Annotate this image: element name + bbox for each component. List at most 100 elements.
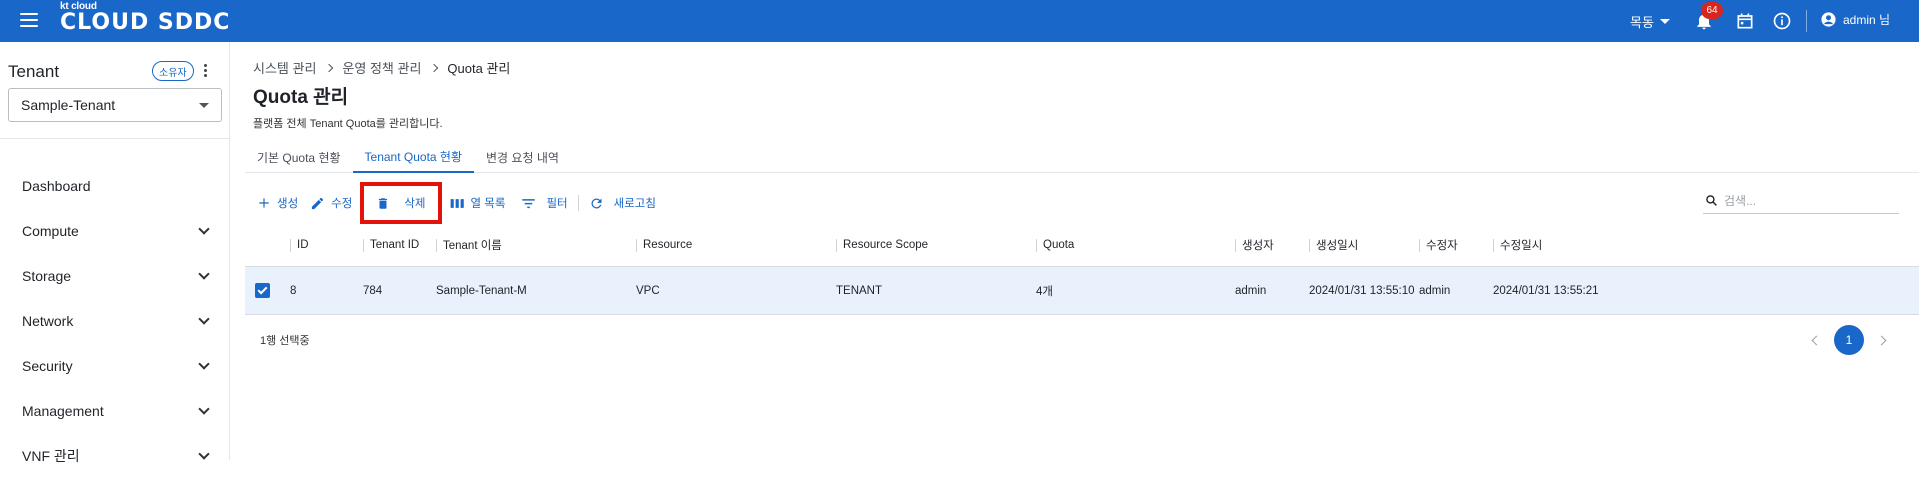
top-app-bar: kt cloud CLOUD SDDC 목동 64 admin 님	[0, 0, 1919, 42]
sidebar-item-storage[interactable]: Storage	[0, 253, 230, 298]
chevron-down-icon	[198, 267, 210, 280]
tenant-title: Tenant	[8, 62, 60, 81]
sidebar-item-label: VNF 관리	[22, 447, 80, 464]
quota-table: ID Tenant ID Tenant 이름 Resource Resource…	[245, 224, 1919, 315]
create-label: 생성	[277, 198, 299, 210]
column-header-tenant-id[interactable]: Tenant ID	[362, 224, 419, 266]
column-header-resource[interactable]: Resource	[635, 224, 692, 266]
filter-label: 필터	[546, 198, 568, 210]
cell-resource: VPC	[636, 284, 660, 297]
chevron-down-icon	[198, 357, 210, 370]
caret-down-icon	[199, 102, 209, 108]
search-icon	[1706, 195, 1717, 206]
calendar-icon[interactable]	[1735, 11, 1755, 31]
more-vert-icon[interactable]	[204, 64, 208, 78]
tenant-select-value: Sample-Tenant	[21, 97, 116, 113]
pencil-icon	[312, 197, 324, 209]
info-icon[interactable]	[1772, 11, 1792, 31]
user-menu[interactable]: admin 님	[1820, 11, 1890, 28]
cell-created-at: 2024/01/31 13:55:10	[1309, 284, 1415, 297]
owner-badge: 소유자	[152, 61, 194, 81]
sidebar-item-compute[interactable]: Compute	[0, 208, 230, 253]
tenant-select[interactable]: Sample-Tenant	[8, 88, 222, 122]
breadcrumb-item[interactable]: 운영 정책 관리	[342, 58, 421, 77]
delete-button[interactable]: 삭제	[360, 182, 442, 224]
view-column-icon	[450, 198, 464, 208]
tab-default-quota[interactable]: 기본 Quota 현황	[245, 141, 353, 173]
sidebar-divider	[0, 138, 230, 139]
column-header-created-at[interactable]: 생성일시	[1308, 224, 1358, 266]
sidebar-item-label: Dashboard	[22, 177, 91, 194]
column-header-creator[interactable]: 생성자	[1235, 224, 1274, 266]
menu-icon[interactable]	[20, 13, 38, 29]
chevron-right-icon	[430, 63, 439, 72]
region-selector[interactable]: 목동	[1630, 12, 1670, 31]
chevron-down-icon	[198, 447, 210, 460]
account-circle-icon	[1821, 12, 1836, 27]
chevron-down-icon	[198, 312, 210, 325]
table-row[interactable]: 8 784 Sample-Tenant-M VPC TENANT 4개 admi…	[245, 267, 1919, 315]
chevron-left-icon[interactable]	[1811, 335, 1822, 345]
refresh-icon	[591, 198, 602, 208]
checkbox-checked-icon[interactable]	[255, 283, 270, 298]
plus-icon	[259, 198, 269, 208]
cell-id: 8	[290, 284, 297, 297]
breadcrumb-current: Quota 관리	[447, 61, 511, 76]
search-input[interactable]	[1724, 193, 1894, 208]
edit-button[interactable]: 수정	[306, 188, 356, 218]
sidebar-item-network[interactable]: Network	[0, 298, 230, 343]
chevron-right-icon[interactable]	[1876, 335, 1887, 345]
column-header-id[interactable]: ID	[290, 224, 309, 266]
search-box	[1703, 188, 1899, 214]
cell-tenant-name: Sample-Tenant-M	[436, 284, 527, 297]
sidebar-item-management[interactable]: Management	[0, 388, 230, 433]
filter-icon	[522, 198, 536, 208]
table-header: ID Tenant ID Tenant 이름 Resource Resource…	[245, 224, 1919, 267]
column-header-modifier[interactable]: 수정자	[1419, 224, 1458, 266]
chevron-down-icon	[198, 222, 210, 235]
sidebar-item-label: Network	[22, 312, 74, 329]
refresh-button[interactable]: 새로고침	[585, 188, 660, 218]
chevron-down-icon	[198, 402, 210, 415]
notification-badge: 64	[1701, 2, 1723, 19]
column-header-quota[interactable]: Quota	[1035, 224, 1074, 266]
sidebar-item-vnf[interactable]: VNF 관리	[0, 433, 230, 478]
chevron-right-icon	[325, 63, 334, 72]
sidebar-item-label: Management	[22, 402, 104, 419]
sidebar-item-dashboard[interactable]: Dashboard	[0, 163, 230, 208]
page-button[interactable]: 1	[1834, 325, 1864, 355]
cell-creator: admin	[1235, 284, 1267, 297]
region-label: 목동	[1630, 15, 1654, 30]
check-icon	[257, 284, 268, 295]
column-header-modified-at[interactable]: 수정일시	[1492, 224, 1542, 266]
toolbar-divider	[577, 195, 579, 211]
pagination: 1	[1811, 325, 1887, 355]
caret-down-icon	[1659, 19, 1670, 24]
column-header-tenant-name[interactable]: Tenant 이름	[436, 224, 502, 266]
tab-tenant-quota[interactable]: Tenant Quota 현황	[352, 141, 474, 173]
cell-quota: 4개	[1036, 285, 1053, 298]
column-header-resource-scope[interactable]: Resource Scope	[835, 224, 928, 266]
toolbar: 생성 수정 삭제 열 목록 필터 새로고침	[253, 182, 660, 224]
filter-button[interactable]: 필터	[517, 188, 571, 218]
page-description: 플랫폼 전체 Tenant Quota를 관리합니다.	[253, 118, 443, 130]
logo[interactable]: kt cloud CLOUD SDDC	[60, 2, 230, 34]
cell-modifier: admin	[1419, 284, 1451, 297]
breadcrumb-item[interactable]: 시스템 관리	[253, 58, 316, 77]
refresh-label: 새로고침	[613, 198, 656, 210]
cell-tenant-id: 784	[363, 284, 383, 297]
tab-change-requests[interactable]: 변경 요청 내역	[474, 141, 571, 173]
columns-button[interactable]: 열 목록	[446, 188, 510, 218]
sidebar-item-label: Compute	[22, 222, 79, 239]
user-name: admin 님	[1843, 13, 1891, 27]
sidebar-item-security[interactable]: Security	[0, 343, 230, 388]
cell-modified-at: 2024/01/31 13:55:21	[1493, 284, 1599, 297]
breadcrumb: 시스템 관리 운영 정책 관리 Quota 관리	[253, 58, 510, 77]
main-content: 시스템 관리 운영 정책 관리 Quota 관리 Quota 관리 플랫폼 전체…	[231, 42, 1919, 460]
columns-label: 열 목록	[470, 198, 506, 210]
page-title: Quota 관리	[253, 87, 349, 108]
sidebar-item-label: Storage	[22, 267, 72, 284]
create-button[interactable]: 생성	[253, 188, 302, 218]
row-checkbox[interactable]	[255, 267, 270, 314]
tab-bar: 기본 Quota 현황 Tenant Quota 현황 변경 요청 내역	[245, 141, 1919, 173]
